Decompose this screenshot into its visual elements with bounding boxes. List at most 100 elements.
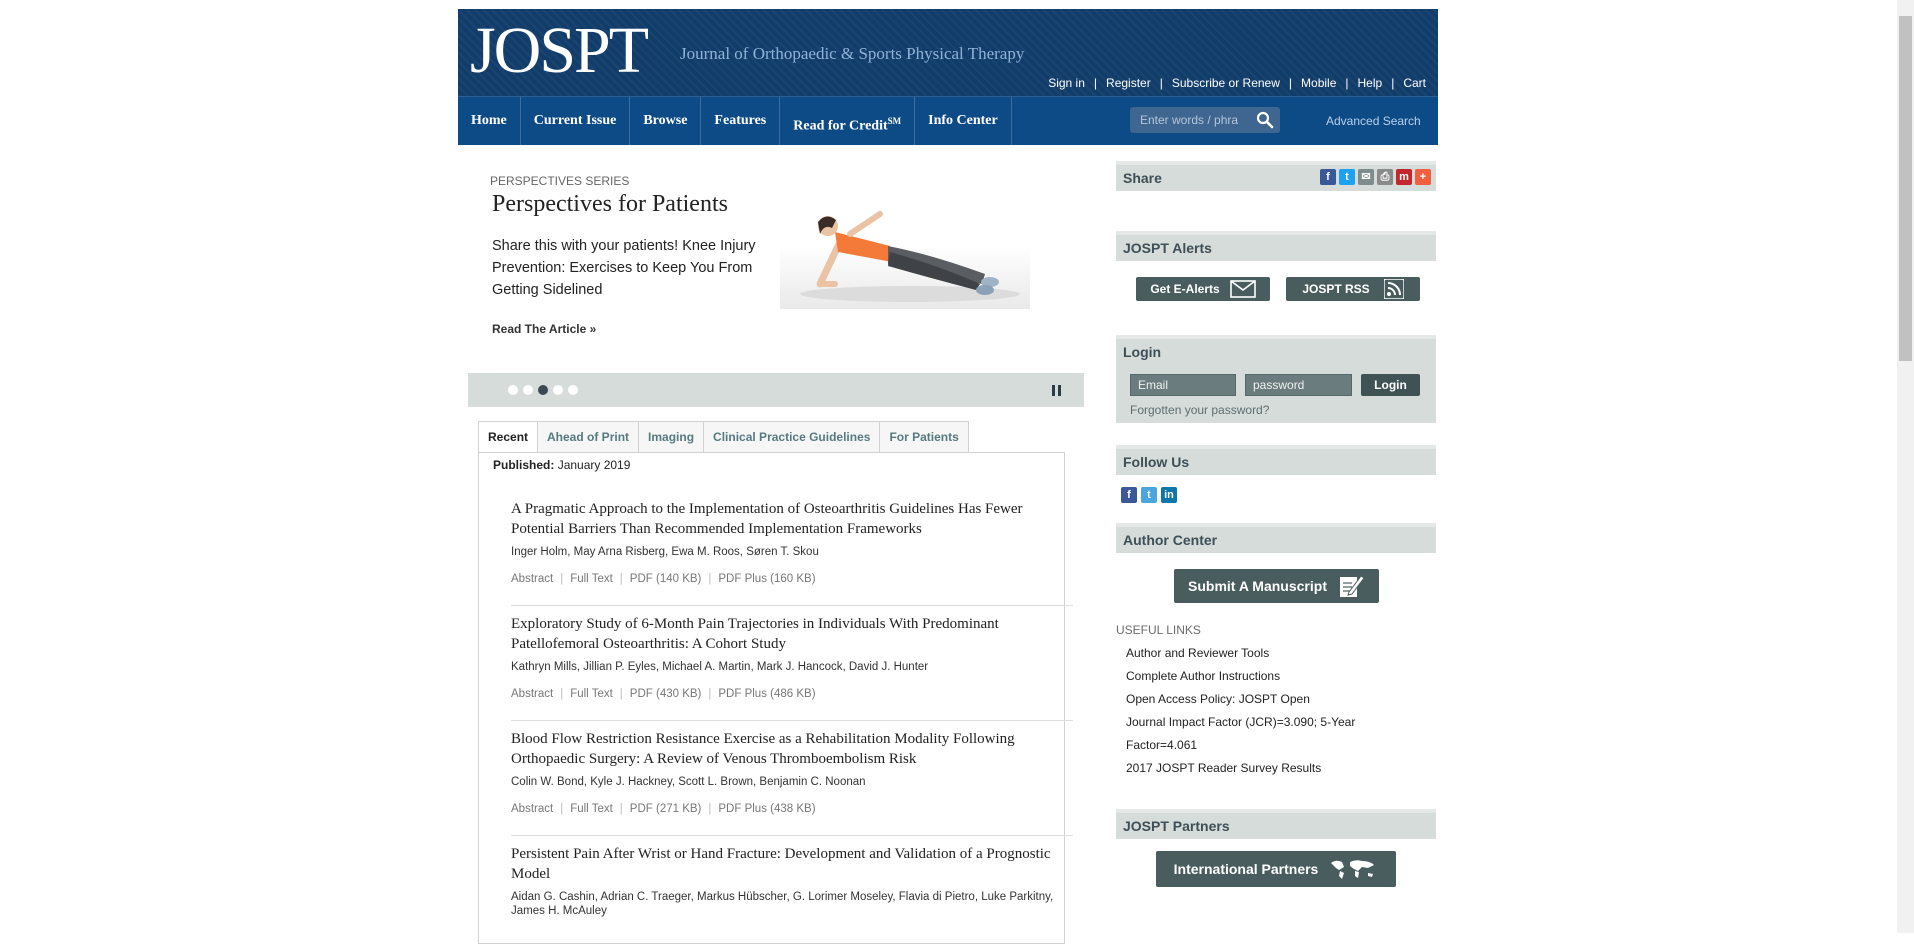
twitter-icon[interactable]: t — [1339, 169, 1355, 185]
international-partners-button[interactable]: International Partners — [1156, 851, 1396, 887]
pdf-plus-link[interactable]: PDF Plus (160 KB) — [718, 573, 815, 585]
sign-in-link[interactable]: Sign in — [1048, 76, 1085, 90]
read-article-link[interactable]: Read The Article » — [492, 322, 596, 336]
sidebar: Share f t ✉ ⎙ m + JOSPT Alerts Get E-Ale… — [1116, 161, 1436, 887]
article-title[interactable]: Exploratory Study of 6-Month Pain Trajec… — [511, 614, 1073, 654]
get-e-alerts-label: Get E-Alerts — [1150, 282, 1220, 296]
partners-heading: JOSPT Partners — [1116, 809, 1436, 839]
pdf-link[interactable]: PDF (140 KB) — [630, 573, 702, 585]
published-value: January 2019 — [557, 458, 631, 472]
article-title[interactable]: Blood Flow Restriction Resistance Exerci… — [511, 729, 1073, 769]
carousel-dot[interactable] — [538, 385, 548, 395]
mobile-link[interactable]: Mobile — [1301, 76, 1336, 90]
forgot-password-link[interactable]: Forgotten your password? — [1130, 403, 1269, 417]
useful-link-item[interactable]: Complete Author Instructions — [1126, 665, 1355, 688]
follow-box: Follow Us f t in — [1116, 445, 1436, 503]
pdf-link[interactable]: PDF (430 KB) — [630, 688, 702, 700]
useful-link-item[interactable]: 2017 JOSPT Reader Survey Results — [1126, 757, 1355, 780]
tab-ahead-of-print[interactable]: Ahead of Print — [538, 421, 640, 453]
nav-browse[interactable]: Browse — [630, 97, 702, 145]
tab-recent[interactable]: Recent — [478, 421, 539, 453]
article-authors: Colin W. Bond, Kyle J. Hackney, Scott L.… — [511, 776, 866, 788]
subscribe-link[interactable]: Subscribe or Renew — [1172, 76, 1280, 90]
featured-carousel: PERSPECTIVES SERIES Perspectives for Pat… — [468, 149, 1084, 349]
carousel-dot[interactable] — [523, 385, 533, 395]
pdf-plus-link[interactable]: PDF Plus (486 KB) — [718, 688, 815, 700]
nav-features[interactable]: Features — [701, 97, 781, 145]
article-title[interactable]: Persistent Pain After Wrist or Hand Frac… — [511, 844, 1073, 884]
carousel-dot[interactable] — [568, 385, 578, 395]
scrollbar-thumb[interactable] — [1899, 16, 1912, 361]
separator: | — [1159, 76, 1163, 90]
rss-label: JOSPT RSS — [1302, 282, 1370, 296]
tab-for-patients[interactable]: For Patients — [880, 421, 969, 453]
login-button[interactable]: Login — [1361, 374, 1420, 396]
nav-current-issue[interactable]: Current Issue — [521, 97, 631, 145]
article-authors: Kathryn Mills, Jillian P. Eyles, Michael… — [511, 661, 929, 673]
useful-link-item[interactable]: Journal Impact Factor (JCR)=3.090; 5-Yea… — [1126, 711, 1355, 734]
carousel-dot[interactable] — [553, 385, 563, 395]
pdf-link[interactable]: PDF (271 KB) — [630, 803, 702, 815]
abstract-link[interactable]: Abstract — [511, 573, 553, 585]
share-box: Share f t ✉ ⎙ m + — [1116, 161, 1436, 191]
envelope-icon — [1229, 280, 1256, 298]
search-icon[interactable] — [1256, 111, 1274, 129]
password-field[interactable] — [1245, 374, 1352, 396]
article-item: Persistent Pain After Wrist or Hand Frac… — [511, 844, 1073, 918]
submit-manuscript-button[interactable]: Submit A Manuscript — [1174, 569, 1379, 603]
facebook-icon[interactable]: f — [1320, 169, 1336, 185]
full-text-link[interactable]: Full Text — [570, 573, 613, 585]
useful-link-item[interactable]: Factor=4.061 — [1126, 734, 1355, 757]
jospt-rss-button[interactable]: JOSPT RSS — [1286, 277, 1420, 301]
email-icon[interactable]: ✉ — [1358, 169, 1374, 185]
facebook-icon[interactable]: f — [1121, 487, 1137, 503]
featured-description: Share this with your patients! Knee Inju… — [492, 238, 756, 298]
full-text-link[interactable]: Full Text — [570, 803, 613, 815]
follow-heading: Follow Us — [1116, 445, 1436, 475]
useful-links-title: USEFUL LINKS — [1116, 623, 1201, 637]
add-more-icon[interactable]: + — [1415, 169, 1431, 185]
article-title[interactable]: A Pragmatic Approach to the Implementati… — [511, 499, 1073, 539]
login-heading: Login — [1116, 335, 1436, 365]
international-partners-label: International Partners — [1173, 861, 1319, 877]
author-center-heading: Author Center — [1116, 523, 1436, 553]
nav-read-for-credit[interactable]: Read for CreditSM — [780, 97, 916, 145]
pencil-paper-icon — [1339, 575, 1365, 597]
pdf-plus-link[interactable]: PDF Plus (438 KB) — [718, 803, 815, 815]
search-input[interactable] — [1130, 107, 1248, 133]
email-field[interactable] — [1130, 374, 1236, 396]
login-box: Login Login Forgotten your password? — [1116, 335, 1436, 423]
rss-icon — [1383, 279, 1404, 299]
nav-home[interactable]: Home — [458, 97, 521, 145]
pause-icon[interactable] — [1052, 385, 1062, 396]
linkedin-icon[interactable]: in — [1161, 487, 1177, 503]
separator: | — [1391, 76, 1395, 90]
nav-info-center[interactable]: Info Center — [915, 97, 1012, 145]
partners-box: JOSPT Partners International Partners — [1116, 809, 1436, 887]
help-link[interactable]: Help — [1358, 76, 1383, 90]
register-link[interactable]: Register — [1106, 76, 1151, 90]
cart-link[interactable]: Cart — [1403, 76, 1426, 90]
tab-clinical-guidelines[interactable]: Clinical Practice Guidelines — [704, 421, 881, 453]
get-e-alerts-button[interactable]: Get E-Alerts — [1136, 277, 1270, 301]
tab-imaging[interactable]: Imaging — [639, 421, 705, 453]
full-text-link[interactable]: Full Text — [570, 688, 613, 700]
alerts-box: JOSPT Alerts Get E-Alerts JOSPT RSS — [1116, 231, 1436, 301]
mendeley-icon[interactable]: m — [1396, 169, 1412, 185]
twitter-icon[interactable]: t — [1141, 487, 1157, 503]
featured-title[interactable]: Perspectives for Patients — [492, 191, 728, 218]
useful-link-item[interactable]: Author and Reviewer Tools — [1126, 642, 1355, 665]
separator: | — [708, 803, 712, 815]
separator: | — [560, 803, 564, 815]
abstract-link[interactable]: Abstract — [511, 688, 553, 700]
exercise-illustration[interactable] — [780, 194, 1030, 309]
abstract-link[interactable]: Abstract — [511, 803, 553, 815]
print-icon[interactable]: ⎙ — [1377, 169, 1393, 185]
jospt-logo[interactable]: JOSPT — [470, 18, 649, 84]
login-panel: Login Login Forgotten your password? — [1116, 335, 1436, 423]
useful-link-item[interactable]: Open Access Policy: JOSPT Open — [1126, 688, 1355, 711]
page-scrollbar[interactable] — [1897, 0, 1914, 933]
advanced-search-link[interactable]: Advanced Search — [1326, 114, 1421, 128]
carousel-dot[interactable] — [508, 385, 518, 395]
series-kicker: PERSPECTIVES SERIES — [490, 174, 630, 188]
